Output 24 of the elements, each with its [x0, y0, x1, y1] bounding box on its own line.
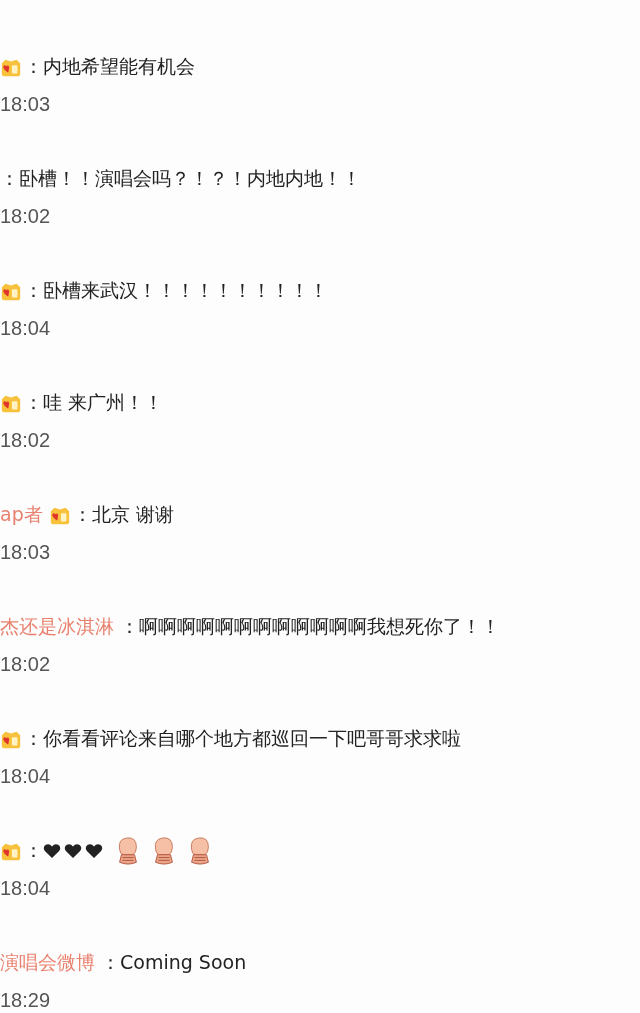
comment-time: 18:02	[0, 652, 51, 676]
comment-time: 18:04	[0, 764, 51, 788]
comment-time: 18:04	[0, 876, 51, 900]
comment-text: ：Coming Soon	[101, 950, 247, 975]
comment-time: 18:03	[0, 92, 51, 116]
username-link[interactable]: ap者	[0, 502, 43, 528]
comment-time: 18:29	[0, 988, 51, 1012]
comment-text: ：卧槽！！演唱会吗？！？！内地内地！！	[0, 166, 361, 191]
heart-icon	[85, 843, 103, 859]
comment-text: ：啊啊啊啊啊啊啊啊啊啊啊啊我想死你了！！	[120, 614, 500, 639]
comment-text: ：哇 来广州！！	[24, 390, 164, 415]
comment-text: ：北京 谢谢	[72, 502, 174, 527]
username-link[interactable]: 演唱会微博	[0, 950, 95, 976]
comment-text: ：卧槽来武汉！！！！！！！！！！	[24, 278, 328, 303]
comment-time: 18:02	[0, 428, 51, 452]
comment-time: 18:02	[0, 204, 51, 228]
comment-time: 18:04	[0, 316, 51, 340]
comment-text: ：内地希望能有机会	[24, 54, 195, 79]
username-link[interactable]: 杰还是冰淇淋	[0, 614, 114, 640]
heart-icon	[64, 843, 82, 859]
comment-text: ：	[24, 838, 43, 863]
comment-time: 18:03	[0, 540, 51, 564]
comment-text: ：你看看评论来自哪个地方都巡回一下吧哥哥求求啦	[24, 726, 461, 751]
heart-icon	[43, 843, 61, 859]
